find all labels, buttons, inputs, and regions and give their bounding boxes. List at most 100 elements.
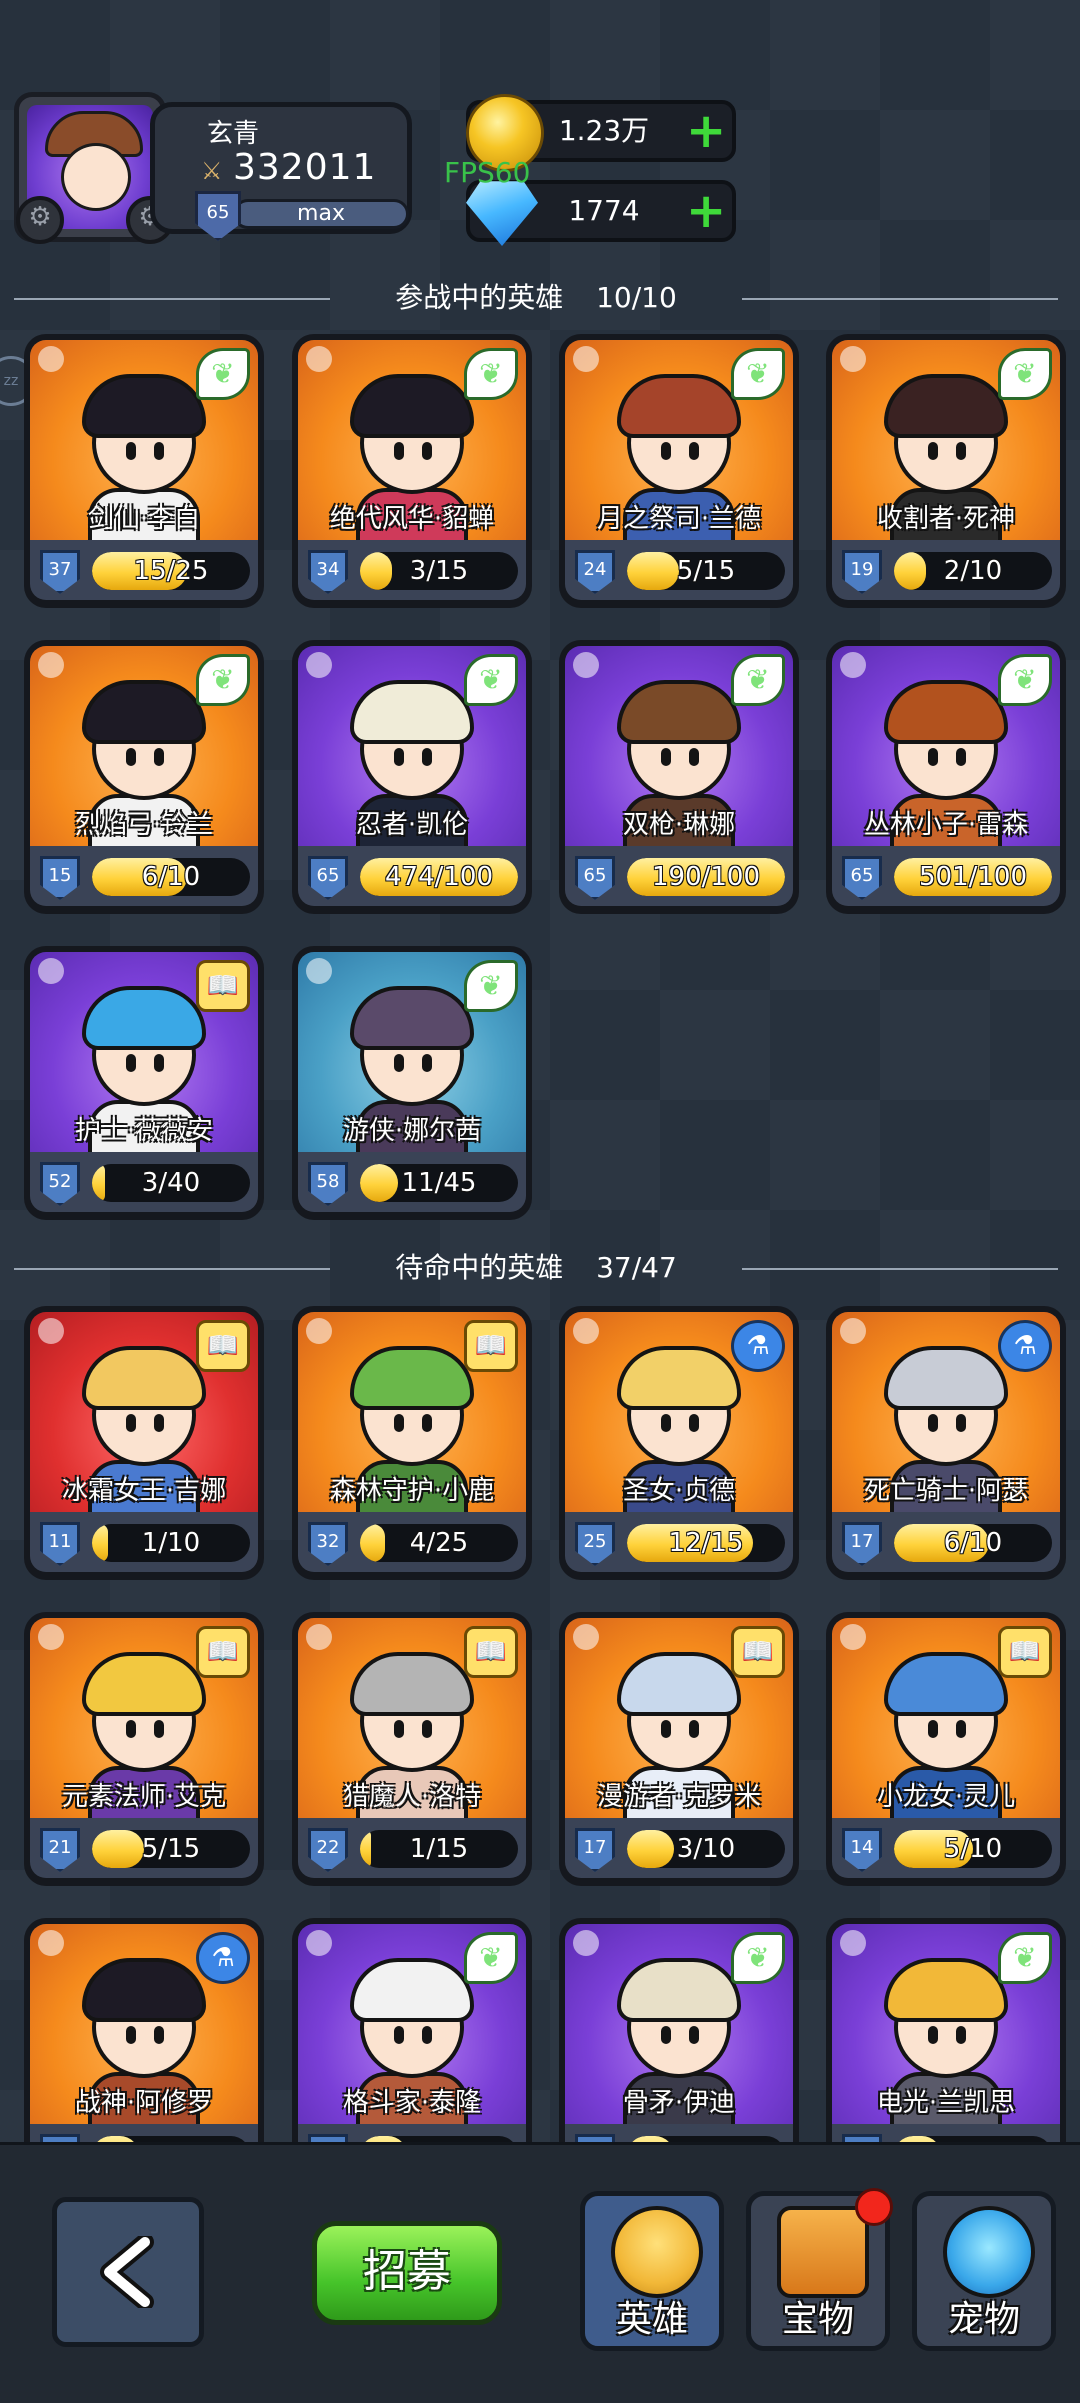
hero-card[interactable]: 📖 森林守护·小鹿 32 4/25 — [292, 1306, 532, 1580]
shard-progress-bar: 190/100 — [627, 858, 785, 896]
hero-level-badge: 32 — [308, 1522, 348, 1566]
hero-portrait: ❦ 格斗家·泰隆 — [298, 1924, 526, 2124]
add-gold-button[interactable]: + — [686, 107, 726, 155]
hero-hair — [884, 1652, 1008, 1716]
leaf-icon: ❦ — [464, 960, 518, 1012]
hero-hair — [82, 680, 206, 744]
hero-card[interactable]: 📖 漫游者·克罗米 17 3/10 — [559, 1612, 799, 1886]
hero-card[interactable]: 📖 猎魔人·洛特 22 1/15 — [292, 1612, 532, 1886]
hero-card[interactable]: ❦ 月之祭司·兰德 24 5/15 — [559, 334, 799, 608]
hero-name: 冰霜女王·吉娜 — [61, 1476, 227, 1506]
bottom-nav-bar: 招募 英雄 宝物 宠物 — [0, 2142, 1080, 2403]
hero-portrait: ❦ 忍者·凯伦 — [298, 646, 526, 846]
hero-name: 丛林小子·雷森 — [863, 810, 1029, 840]
hero-level-badge: 24 — [575, 550, 615, 594]
hero-portrait: 📖 漫游者·克罗米 — [565, 1618, 793, 1818]
book-icon: 📖 — [998, 1626, 1052, 1678]
shard-progress-bar: 501/100 — [894, 858, 1052, 896]
avatar-face — [61, 143, 131, 211]
leaf-icon: ❦ — [464, 348, 518, 400]
hero-hair — [350, 986, 474, 1050]
book-icon: 📖 — [731, 1626, 785, 1678]
hero-card[interactable]: ❦ 绝代风华·貂蝉 34 3/15 — [292, 334, 532, 608]
shard-progress-text: 1/15 — [409, 1834, 469, 1864]
leaf-icon: ❦ — [464, 654, 518, 706]
hero-card[interactable]: ❦ 剑仙·李白 37 15/25 — [24, 334, 264, 608]
leaf-icon: ❦ — [998, 348, 1052, 400]
gem-counter: 1774 + — [466, 180, 736, 246]
shard-progress-bar: 3/10 — [627, 1830, 785, 1868]
hero-card[interactable]: ⚗ 圣女·贞德 25 12/15 — [559, 1306, 799, 1580]
hero-level-badge: 25 — [575, 1522, 615, 1566]
hero-level-badge: 52 — [40, 1162, 80, 1206]
hero-hair — [617, 1346, 741, 1410]
leaf-icon: ❦ — [731, 348, 785, 400]
tab-treasure[interactable]: 宝物 — [746, 2188, 893, 2351]
book-icon: 📖 — [196, 960, 250, 1012]
back-button[interactable] — [52, 2197, 204, 2347]
hero-card[interactable]: ❦ 忍者·凯伦 65 474/100 — [292, 640, 532, 914]
notification-dot — [855, 2188, 893, 2226]
hero-card[interactable]: ❦ 收割者·死神 19 2/10 — [826, 334, 1066, 608]
hero-name: 猎魔人·洛特 — [342, 1782, 482, 1812]
recruit-button[interactable]: 招募 — [312, 2221, 502, 2325]
hero-portrait: 📖 冰霜女王·吉娜 — [30, 1312, 258, 1512]
player-profile[interactable]: ⚙ ⚙ 玄青 ⚔ 332011 max 65 — [14, 92, 412, 244]
hero-card[interactable]: ⚗ 死亡骑士·阿瑟 17 6/10 — [826, 1306, 1066, 1580]
book-icon: 📖 — [196, 1320, 250, 1372]
hero-card[interactable]: 📖 冰霜女王·吉娜 11 1/10 — [24, 1306, 264, 1580]
book-icon: 📖 — [464, 1320, 518, 1372]
tab-pets[interactable]: 宠物 — [912, 2191, 1056, 2351]
hero-hair — [884, 374, 1008, 438]
hero-hair — [82, 986, 206, 1050]
hero-name: 收割者·死神 — [876, 504, 1016, 534]
hero-hair — [82, 1346, 206, 1410]
hero-portrait: 📖 猎魔人·洛特 — [298, 1618, 526, 1818]
hero-level-badge: 19 — [842, 550, 882, 594]
hero-portrait: 📖 小龙女·灵儿 — [832, 1618, 1060, 1818]
hero-card[interactable]: 📖 护士·薇薇安 52 3/40 — [24, 946, 264, 1220]
hero-card[interactable]: ❦ 游侠·娜尔茜 58 11/45 — [292, 946, 532, 1220]
add-gems-button[interactable]: + — [686, 187, 726, 235]
shard-progress-bar: 11/45 — [360, 1164, 518, 1202]
hero-portrait: ❦ 游侠·娜尔茜 — [298, 952, 526, 1152]
gold-value: 1.23万 — [558, 114, 650, 147]
shard-progress-text: 5/15 — [141, 1834, 201, 1864]
potion-icon: ⚗ — [196, 1932, 250, 1984]
hero-card[interactable]: 📖 小龙女·灵儿 14 5/10 — [826, 1612, 1066, 1886]
shard-progress-text: 5/10 — [943, 1834, 1003, 1864]
player-info-panel: 玄青 ⚔ 332011 max 65 — [150, 102, 412, 241]
hero-card[interactable]: ❦ 丛林小子·雷森 65 501/100 — [826, 640, 1066, 914]
hero-card[interactable]: 📖 元素法师·艾克 21 5/15 — [24, 1612, 264, 1886]
shard-progress-text: 6/10 — [141, 862, 201, 892]
section-title: 参战中的英雄 — [395, 281, 564, 314]
tab-heroes[interactable]: 英雄 — [580, 2191, 724, 2351]
hero-card[interactable]: ❦ 双枪·琳娜 65 190/100 — [559, 640, 799, 914]
hero-level-badge: 65 — [308, 856, 348, 900]
hero-level-badge: 17 — [575, 1828, 615, 1872]
shard-progress-bar: 3/40 — [92, 1164, 250, 1202]
hero-hair — [617, 1652, 741, 1716]
hero-tab-icon — [611, 2206, 703, 2298]
hero-name: 剑仙·李白 — [87, 504, 201, 534]
standby-heroes-header: 待命中的英雄 37/47 — [14, 1248, 1058, 1288]
hero-name: 绝代风华·貂蝉 — [329, 504, 495, 534]
hero-level-badge: 21 — [40, 1828, 80, 1872]
hero-level-badge: 58 — [308, 1162, 348, 1206]
hero-portrait: ❦ 电光·兰凯思 — [832, 1924, 1060, 2124]
hero-portrait: ❦ 绝代风华·貂蝉 — [298, 340, 526, 540]
shard-progress-text: 1/10 — [141, 1528, 201, 1558]
shard-progress-text: 15/25 — [133, 556, 209, 586]
gear-icon: ⚙ — [16, 196, 64, 244]
hero-name: 小龙女·灵儿 — [876, 1782, 1016, 1812]
hero-hair — [82, 1652, 206, 1716]
crossed-swords-icon: ⚔ — [201, 157, 223, 185]
hero-portrait: ❦ 收割者·死神 — [832, 340, 1060, 540]
divider — [742, 298, 1058, 300]
hero-card[interactable]: ❦ 烈焰弓·铃兰 15 6/10 — [24, 640, 264, 914]
potion-icon: ⚗ — [731, 1320, 785, 1372]
hero-portrait: ❦ 丛林小子·雷森 — [832, 646, 1060, 846]
hero-name: 死亡骑士·阿瑟 — [863, 1476, 1029, 1506]
hero-name: 战神·阿修罗 — [74, 2088, 214, 2118]
hero-name: 森林守护·小鹿 — [329, 1476, 495, 1506]
